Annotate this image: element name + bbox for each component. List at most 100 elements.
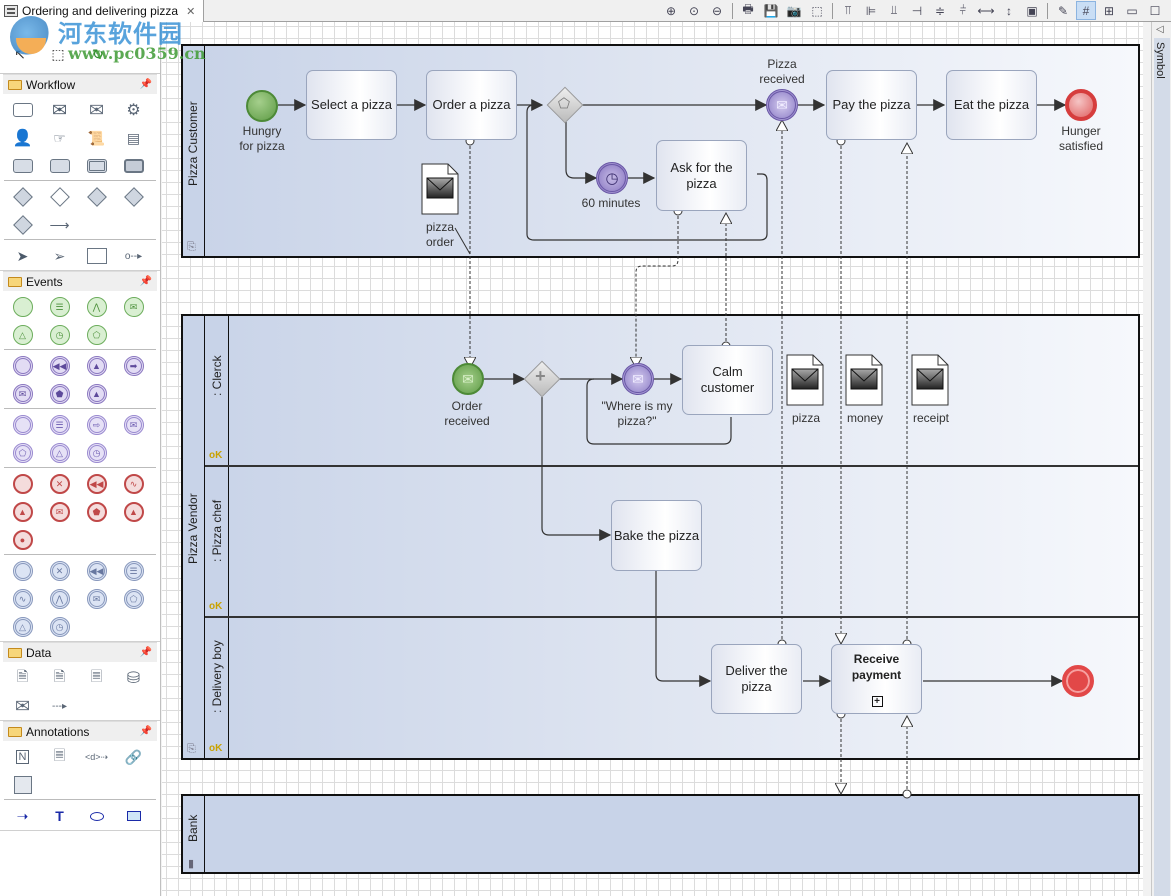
pool-header[interactable]: Pizza Customer ⎘ [183, 46, 205, 256]
lane-header[interactable]: : Clerck oK [205, 316, 229, 465]
palette-event-ib-0[interactable] [4, 413, 41, 437]
palette-adhoc[interactable] [41, 154, 78, 178]
task-order-pizza[interactable]: Order a pizza [426, 70, 517, 140]
lane-header[interactable]: : Delivery boy oK [205, 618, 229, 758]
maximize-button[interactable]: ☐ [1145, 1, 1165, 20]
palette-lane-link[interactable]: ➢ [41, 244, 78, 268]
palette-text[interactable]: T [41, 804, 78, 828]
palette-event-en-3[interactable]: ∿ [115, 472, 152, 496]
palette-gateway-event[interactable] [4, 213, 41, 237]
palette-arrow[interactable]: ➝ [4, 804, 41, 828]
same-size-button[interactable]: ▣ [1022, 1, 1042, 20]
palette-pool[interactable] [78, 244, 115, 268]
palette-business-rule-task[interactable]: ▤ [115, 126, 152, 150]
palette-message-flow[interactable]: o--▸ [115, 244, 152, 268]
task-bake-pizza[interactable]: Bake the pizza [611, 500, 702, 571]
symbol-panel[interactable]: ◁ Symbol [1151, 22, 1171, 896]
close-tab-icon[interactable]: ✕ [186, 5, 195, 18]
palette-event-st-1[interactable]: ☰ [41, 295, 78, 319]
pin-icon[interactable]: 📌 [140, 726, 152, 737]
palette-receive-task[interactable]: ✉ [78, 98, 115, 122]
palette-event-bd-4[interactable]: ∿ [4, 587, 41, 611]
palette-gateway-parallel[interactable] [115, 185, 152, 209]
palette-event-en-6[interactable]: ⬟ [78, 500, 115, 524]
palette-data-object[interactable]: 🗏 [78, 666, 115, 690]
same-height-button[interactable]: ↕ [999, 1, 1019, 20]
data-object-pizza-order[interactable] [421, 163, 459, 215]
zoom-reset-button[interactable]: ⊙ [684, 1, 704, 20]
pool-header[interactable]: Pizza Vendor ⎘ [183, 316, 205, 758]
palette-link[interactable]: 🔗 [115, 745, 152, 769]
palette-user-task[interactable]: 👤 [4, 126, 41, 150]
task-deliver-pizza[interactable]: Deliver the pizza [711, 644, 802, 714]
palette-subprocess[interactable] [4, 154, 41, 178]
select-tool-icon[interactable]: ↖ [10, 44, 30, 64]
data-object-money[interactable] [845, 354, 883, 406]
palette-sequence-flow[interactable]: ⟶ [41, 213, 78, 237]
marquee-tool-icon[interactable]: ⬚ [48, 44, 68, 64]
pin-icon[interactable]: 📌 [140, 647, 152, 658]
palette-event-bd-5[interactable]: ⋀ [41, 587, 78, 611]
lane-delivery-boy[interactable]: : Delivery boy oK [205, 618, 1138, 758]
same-width-button[interactable]: ⟷ [976, 1, 996, 20]
timer-event-60min[interactable]: ◷ [596, 162, 628, 194]
task-ask-for-pizza[interactable]: Ask for the pizza [656, 140, 747, 211]
palette-gateway-complex[interactable] [78, 185, 115, 209]
drawer-header-data[interactable]: Data 📌 [3, 642, 157, 662]
palette-rectangle[interactable] [115, 804, 152, 828]
data-object-pizza[interactable] [786, 354, 824, 406]
palette-event-bd-6[interactable]: ✉ [78, 587, 115, 611]
palette-event-ib-2[interactable]: ⇨ [78, 413, 115, 437]
end-event-vendor[interactable] [1062, 665, 1094, 697]
palette-event-st-0[interactable] [4, 295, 41, 319]
grid-toggle-button[interactable]: # [1076, 1, 1096, 20]
expand-subprocess-icon[interactable]: + [871, 696, 883, 707]
palette-event-ic-4[interactable]: ✉ [4, 382, 41, 406]
palette-event-st-3[interactable]: ✉ [115, 295, 152, 319]
palette-transaction[interactable] [115, 154, 152, 178]
palette-event-st-5[interactable]: ◷ [41, 323, 78, 347]
data-object-receipt[interactable] [911, 354, 949, 406]
snap-toggle-button[interactable]: ⊞ [1099, 1, 1119, 20]
palette-manual-task[interactable]: ☞ [41, 126, 78, 150]
end-event-hunger-satisfied[interactable] [1065, 89, 1097, 121]
palette-text-annotation[interactable]: 🗏 [41, 745, 78, 769]
palette-event-en-5[interactable]: ✉ [41, 500, 78, 524]
minimize-button[interactable]: ▭ [1122, 1, 1142, 20]
save-button[interactable]: 💾 [761, 1, 781, 20]
center-vertical-button[interactable]: ≑ [930, 1, 950, 20]
expand-panel-icon[interactable]: ◁ [1156, 24, 1164, 35]
snapshot-button[interactable]: 📷 [784, 1, 804, 20]
message-start-event-order-received[interactable]: ✉ [452, 363, 484, 395]
palette-event-ib-3[interactable]: ✉ [115, 413, 152, 437]
palette-event-bd-9[interactable]: ◷ [41, 615, 78, 639]
format-painter-button[interactable]: ✎ [1053, 1, 1073, 20]
palette-event-bd-3[interactable]: ☰ [115, 559, 152, 583]
palette-event-en-7[interactable]: ▲ [115, 500, 152, 524]
start-event-hungry[interactable] [246, 90, 278, 122]
zoom-out-button[interactable]: ⊖ [707, 1, 727, 20]
palette-data-output[interactable]: 🗎 [41, 666, 78, 690]
pin-icon[interactable]: 📌 [140, 79, 152, 90]
editor-tab[interactable]: Ordering and delivering pizza ✕ [0, 0, 204, 22]
palette-event-bd-8[interactable]: △ [4, 615, 41, 639]
palette-data-input[interactable]: 🗎 [4, 666, 41, 690]
palette-event-bd-7[interactable]: ⬠ [115, 587, 152, 611]
palette-event-bd-1[interactable]: ✕ [41, 559, 78, 583]
palette-event-ic-1[interactable]: ◀◀ [41, 354, 78, 378]
palette-lane-chevron[interactable]: ➤ [4, 244, 41, 268]
palette-event-ib-6[interactable]: ◷ [78, 441, 115, 465]
task-calm-customer[interactable]: Calm customer [682, 345, 773, 415]
palette-data-association[interactable]: ---▸ [41, 694, 78, 718]
symbol-panel-tab[interactable] [1154, 38, 1170, 896]
palette-data-store[interactable]: ⛁ [115, 666, 152, 690]
palette-association[interactable]: <d>⇢ [78, 745, 115, 769]
palette-event-ib-1[interactable]: ☰ [41, 413, 78, 437]
align-bottom-button[interactable]: ⫫ [884, 1, 904, 20]
palette-event-bd-0[interactable] [4, 559, 41, 583]
palette-event-st-6[interactable]: ⬠ [78, 323, 115, 347]
palette-gateway-inclusive[interactable] [41, 185, 78, 209]
align-top-button[interactable]: ⫪ [838, 1, 858, 20]
palette-event-ic-6[interactable]: ▲ [78, 382, 115, 406]
message-event-pizza-received[interactable]: ✉ [766, 89, 798, 121]
